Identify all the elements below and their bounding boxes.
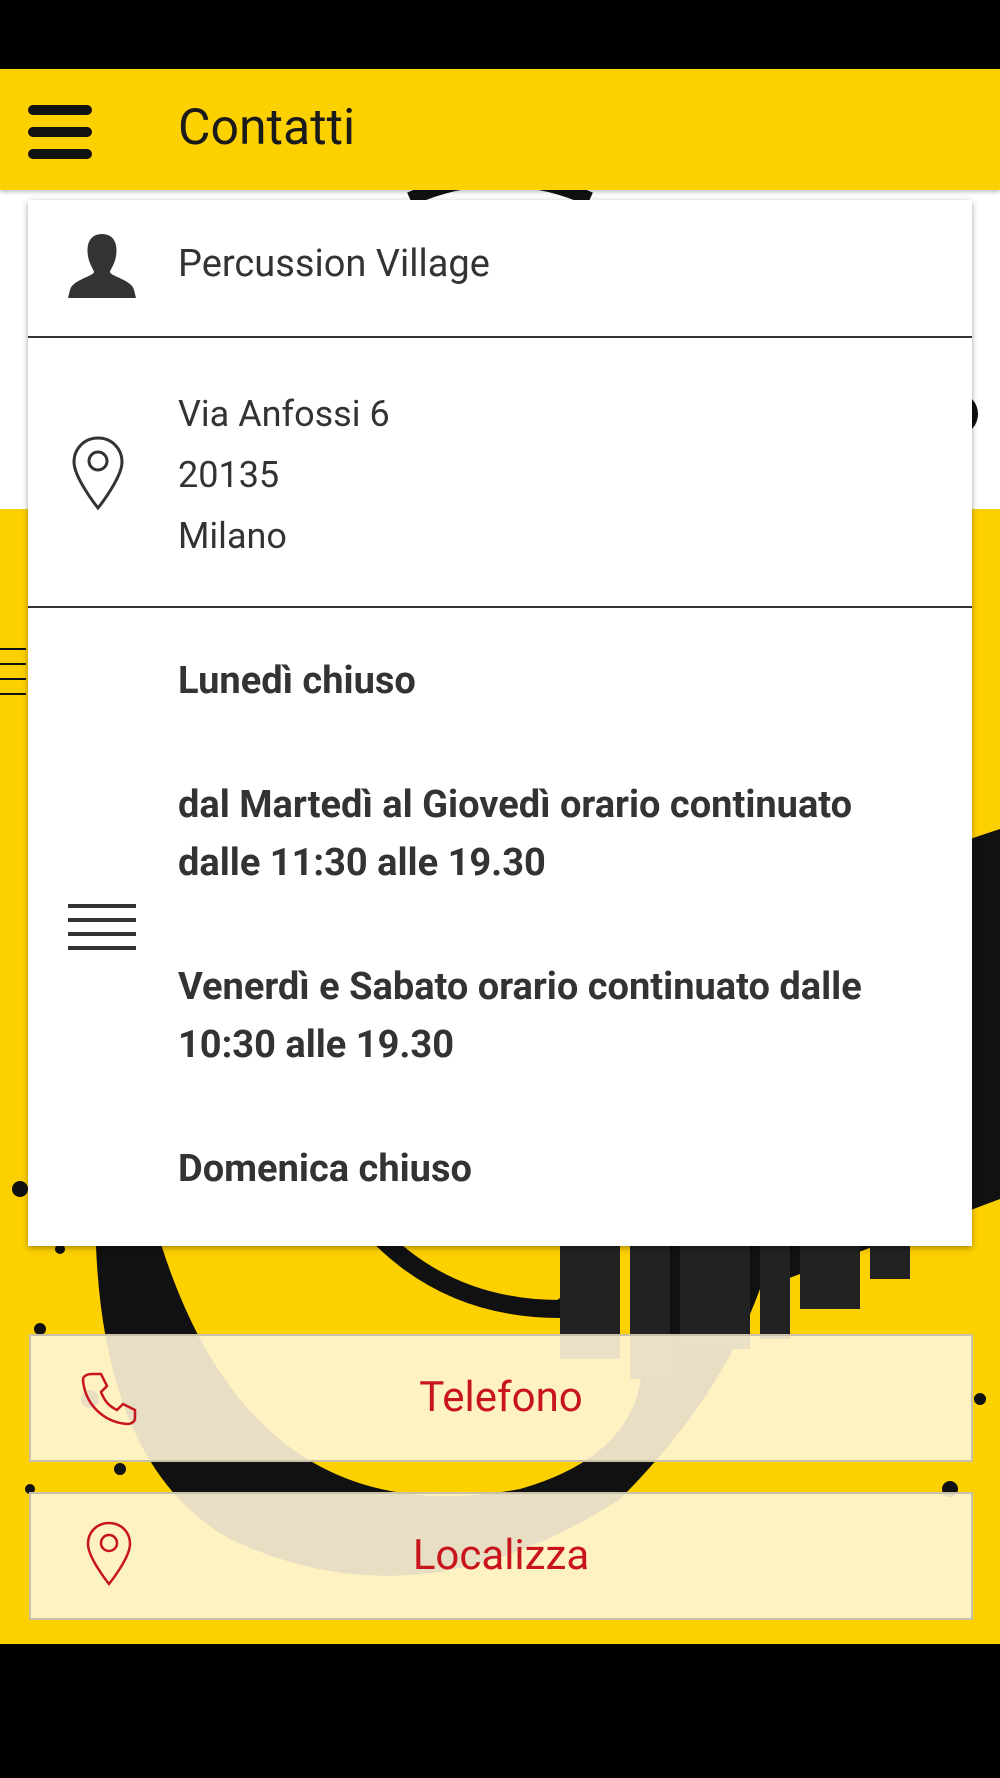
- contact-name-row: Percussion Village: [28, 200, 972, 338]
- phone-button[interactable]: Telefono: [29, 1334, 973, 1462]
- lines-icon: [68, 904, 136, 950]
- location-pin-icon: [72, 436, 124, 511]
- person-icon: [68, 234, 136, 298]
- address-city: Milano: [178, 515, 287, 557]
- opening-hours-row: Lunedì chiuso dal Martedì al Giovedì ora…: [28, 608, 972, 1246]
- hours-tue-thu: dal Martedì al Giovedì orario continuato…: [178, 783, 853, 885]
- page-title: Contatti: [178, 99, 356, 157]
- hours-sunday: Domenica chiuso: [178, 1147, 472, 1191]
- address-row: Via Anfossi 6 20135 Milano: [28, 338, 972, 608]
- hamburger-menu-icon[interactable]: [26, 103, 96, 163]
- navigation-bar: [0, 1644, 1000, 1778]
- locate-button[interactable]: Localizza: [29, 1492, 973, 1620]
- phone-button-label: Telefono: [419, 1373, 583, 1422]
- contact-card: Percussion Village Via Anfossi 6 20135 M…: [28, 200, 972, 1246]
- address-street: Via Anfossi 6: [178, 393, 390, 435]
- app-bar: Contatti: [0, 69, 1000, 190]
- locate-button-label: Localizza: [412, 1531, 590, 1580]
- address-postcode: 20135: [178, 454, 280, 496]
- hours-monday: Lunedì chiuso: [178, 659, 416, 703]
- status-bar: [0, 0, 1000, 69]
- contact-name: Percussion Village: [178, 242, 490, 286]
- hours-fri-sat: Venerdì e Sabato orario continuato dalle…: [178, 965, 862, 1067]
